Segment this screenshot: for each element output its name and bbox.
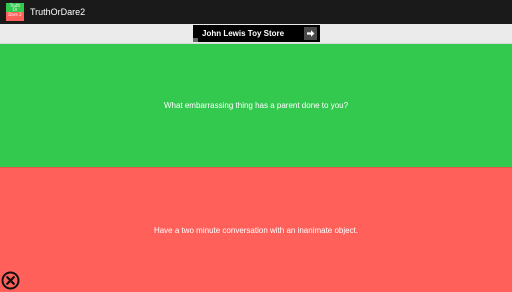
close-circle-icon[interactable] [1, 271, 20, 290]
dare-question: Have a two minute conversation with an i… [153, 225, 359, 235]
ad-banner[interactable]: John Lewis Toy Store [193, 25, 320, 42]
action-bar: Truth Or Dare 2 TruthOrDare2 [0, 0, 512, 24]
app-icon-line-3: Dare 2 [8, 11, 22, 17]
ad-corner-mark [193, 38, 198, 42]
app-icon-text: Truth Or Dare 2 [6, 3, 24, 17]
app-icon[interactable]: Truth Or Dare 2 [6, 3, 24, 21]
dare-panel[interactable]: Have a two minute conversation with an i… [0, 167, 512, 292]
app-title: TruthOrDare2 [30, 7, 86, 17]
ad-text: John Lewis Toy Store [202, 29, 285, 38]
truth-question: What embarrassing thing has a parent don… [163, 101, 349, 110]
truth-panel[interactable]: What embarrassing thing has a parent don… [0, 44, 512, 167]
arrow-right-icon[interactable] [304, 27, 317, 40]
app-screen: Truth Or Dare 2 TruthOrDare2 John Lewis … [0, 0, 512, 292]
ad-bar: John Lewis Toy Store [0, 24, 512, 44]
